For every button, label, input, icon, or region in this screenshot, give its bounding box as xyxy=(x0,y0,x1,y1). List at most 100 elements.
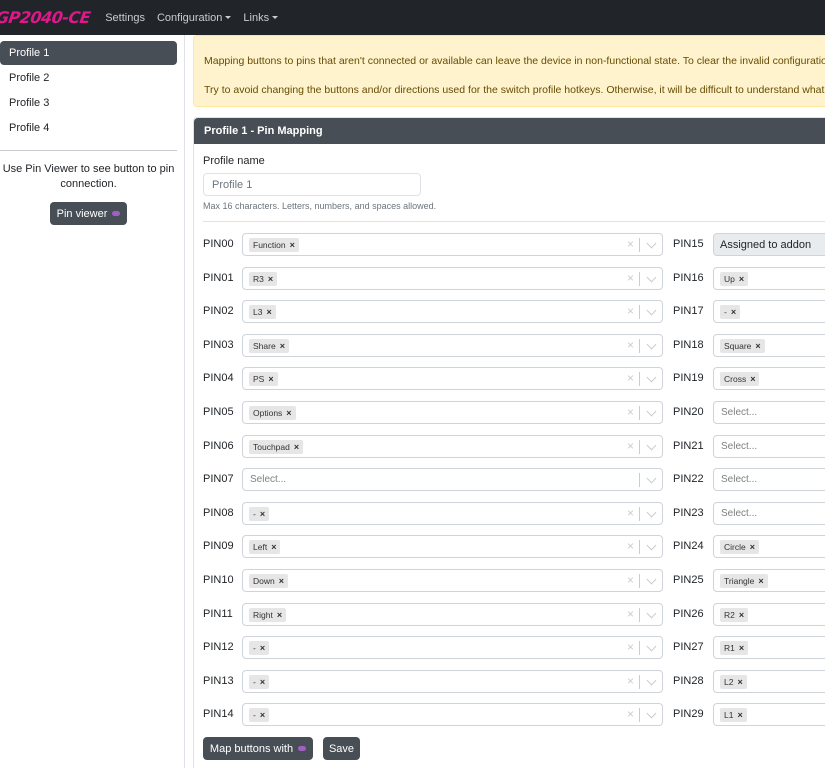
remove-chip-icon[interactable]: × xyxy=(739,610,744,620)
pin-select-pin05[interactable]: Options × × xyxy=(242,401,663,424)
remove-chip-icon[interactable]: × xyxy=(294,442,299,452)
map-buttons-button[interactable]: Map buttons with xyxy=(203,737,313,760)
pin-select-pin21[interactable]: Select... xyxy=(713,434,825,458)
chevron-down-icon[interactable] xyxy=(646,238,657,249)
brand-logo[interactable]: GP2040-CE xyxy=(0,8,92,27)
save-button[interactable]: Save xyxy=(323,737,360,760)
remove-chip-icon[interactable]: × xyxy=(266,307,271,317)
pin-select-pin19[interactable]: Cross × xyxy=(713,367,825,391)
remove-chip-icon[interactable]: × xyxy=(758,576,763,586)
nav-settings[interactable]: Settings xyxy=(105,12,145,24)
pin-select-pin26[interactable]: R2 × xyxy=(713,602,825,626)
clear-icon[interactable]: × xyxy=(627,573,634,587)
remove-chip-icon[interactable]: × xyxy=(737,710,742,720)
remove-chip-icon[interactable]: × xyxy=(280,341,285,351)
clear-icon[interactable]: × xyxy=(627,304,634,318)
chevron-down-icon[interactable] xyxy=(646,507,657,518)
profile-name-input[interactable]: Profile 1 xyxy=(203,173,421,196)
divider xyxy=(203,221,825,222)
clear-icon[interactable]: × xyxy=(627,371,634,385)
pin-select-pin03[interactable]: Share × × xyxy=(242,333,663,357)
pin-select-pin01[interactable]: R3 × × xyxy=(242,266,663,290)
remove-chip-icon[interactable]: × xyxy=(739,274,744,284)
chevron-down-icon[interactable] xyxy=(646,305,657,316)
pin-select-pin27[interactable]: R1 × xyxy=(713,636,825,660)
clear-icon[interactable]: × xyxy=(627,707,634,721)
remove-chip-icon[interactable]: × xyxy=(260,710,265,720)
pin-select-pin06[interactable]: Touchpad × × xyxy=(242,434,663,458)
remove-chip-icon[interactable]: × xyxy=(739,643,744,653)
pin-select-pin23[interactable]: Select... xyxy=(713,501,825,525)
remove-chip-icon[interactable]: × xyxy=(737,677,742,687)
chip-label: Left xyxy=(253,542,268,553)
pin-select-pin22[interactable]: Select... xyxy=(713,468,825,492)
chevron-down-icon[interactable] xyxy=(646,406,657,417)
remove-chip-icon[interactable]: × xyxy=(268,374,273,384)
pin-viewer-button[interactable]: Pin viewer xyxy=(50,202,127,225)
remove-chip-icon[interactable]: × xyxy=(260,677,265,687)
selected-chip: - × xyxy=(249,641,270,656)
pin-select-pin20[interactable]: Select... xyxy=(713,401,825,424)
pin-select-pin11[interactable]: Right × × xyxy=(242,602,663,626)
pin-label: PIN21 xyxy=(673,439,704,452)
clear-icon[interactable]: × xyxy=(627,338,634,352)
nav-links[interactable]: Links xyxy=(243,12,279,24)
pin-select-pin13[interactable]: - × × xyxy=(242,669,663,693)
remove-chip-icon[interactable]: × xyxy=(279,576,284,586)
remove-chip-icon[interactable]: × xyxy=(731,307,736,317)
remove-chip-icon[interactable]: × xyxy=(277,610,282,620)
pin-label: PIN09 xyxy=(203,540,234,553)
pin-select-pin12[interactable]: - × × xyxy=(242,636,663,660)
chevron-down-icon[interactable] xyxy=(646,272,657,283)
clear-icon[interactable]: × xyxy=(627,405,634,419)
chevron-down-icon[interactable] xyxy=(646,473,657,484)
chevron-down-icon[interactable] xyxy=(646,574,657,585)
sidebar-item-profile-2[interactable]: Profile 2 xyxy=(0,66,177,90)
nav-configuration[interactable]: Configuration xyxy=(157,12,232,24)
pin-select-pin16[interactable]: Up × xyxy=(713,266,825,290)
remove-chip-icon[interactable]: × xyxy=(260,509,265,519)
pin-select-pin24[interactable]: Circle × xyxy=(713,535,825,559)
chevron-down-icon[interactable] xyxy=(646,708,657,719)
clear-icon[interactable]: × xyxy=(627,640,634,654)
pin-select-pin08[interactable]: - × × xyxy=(242,501,663,525)
chevron-down-icon[interactable] xyxy=(646,440,657,451)
sidebar-item-profile-3[interactable]: Profile 3 xyxy=(0,91,177,115)
remove-chip-icon[interactable]: × xyxy=(290,240,295,250)
clear-icon[interactable]: × xyxy=(627,439,634,453)
clear-icon[interactable]: × xyxy=(627,506,634,520)
pin-select-pin17[interactable]: - × xyxy=(713,300,825,324)
chevron-down-icon[interactable] xyxy=(646,339,657,350)
clear-icon[interactable]: × xyxy=(627,271,634,285)
pin-select-pin02[interactable]: L3 × × xyxy=(242,300,663,324)
chevron-down-icon[interactable] xyxy=(646,675,657,686)
remove-chip-icon[interactable]: × xyxy=(271,542,276,552)
pin-select-pin28[interactable]: L2 × xyxy=(713,669,825,693)
selected-chip: PS × xyxy=(249,372,278,387)
remove-chip-icon[interactable]: × xyxy=(750,374,755,384)
pin-select-pin14[interactable]: - × × xyxy=(242,703,663,727)
clear-icon[interactable]: × xyxy=(627,237,634,251)
pin-select-pin00[interactable]: Function × × xyxy=(242,233,663,256)
clear-icon[interactable]: × xyxy=(627,607,634,621)
chevron-down-icon[interactable] xyxy=(646,608,657,619)
remove-chip-icon[interactable]: × xyxy=(750,542,755,552)
sidebar-item-profile-1[interactable]: Profile 1 xyxy=(0,41,177,65)
chevron-down-icon[interactable] xyxy=(646,372,657,383)
pin-select-pin04[interactable]: PS × × xyxy=(242,367,663,391)
pin-select-pin29[interactable]: L1 × xyxy=(713,703,825,727)
sidebar-item-profile-4[interactable]: Profile 4 xyxy=(0,116,177,140)
chevron-down-icon[interactable] xyxy=(646,540,657,551)
pin-select-pin18[interactable]: Square × xyxy=(713,333,825,357)
remove-chip-icon[interactable]: × xyxy=(286,408,291,418)
pin-select-pin07[interactable]: Select... xyxy=(242,468,663,492)
pin-select-pin09[interactable]: Left × × xyxy=(242,535,663,559)
clear-icon[interactable]: × xyxy=(627,539,634,553)
clear-icon[interactable]: × xyxy=(627,674,634,688)
remove-chip-icon[interactable]: × xyxy=(260,643,265,653)
chevron-down-icon[interactable] xyxy=(646,641,657,652)
pin-select-pin10[interactable]: Down × × xyxy=(242,569,663,592)
remove-chip-icon[interactable]: × xyxy=(268,274,273,284)
pin-select-pin25[interactable]: Triangle × xyxy=(713,569,825,592)
remove-chip-icon[interactable]: × xyxy=(755,341,760,351)
